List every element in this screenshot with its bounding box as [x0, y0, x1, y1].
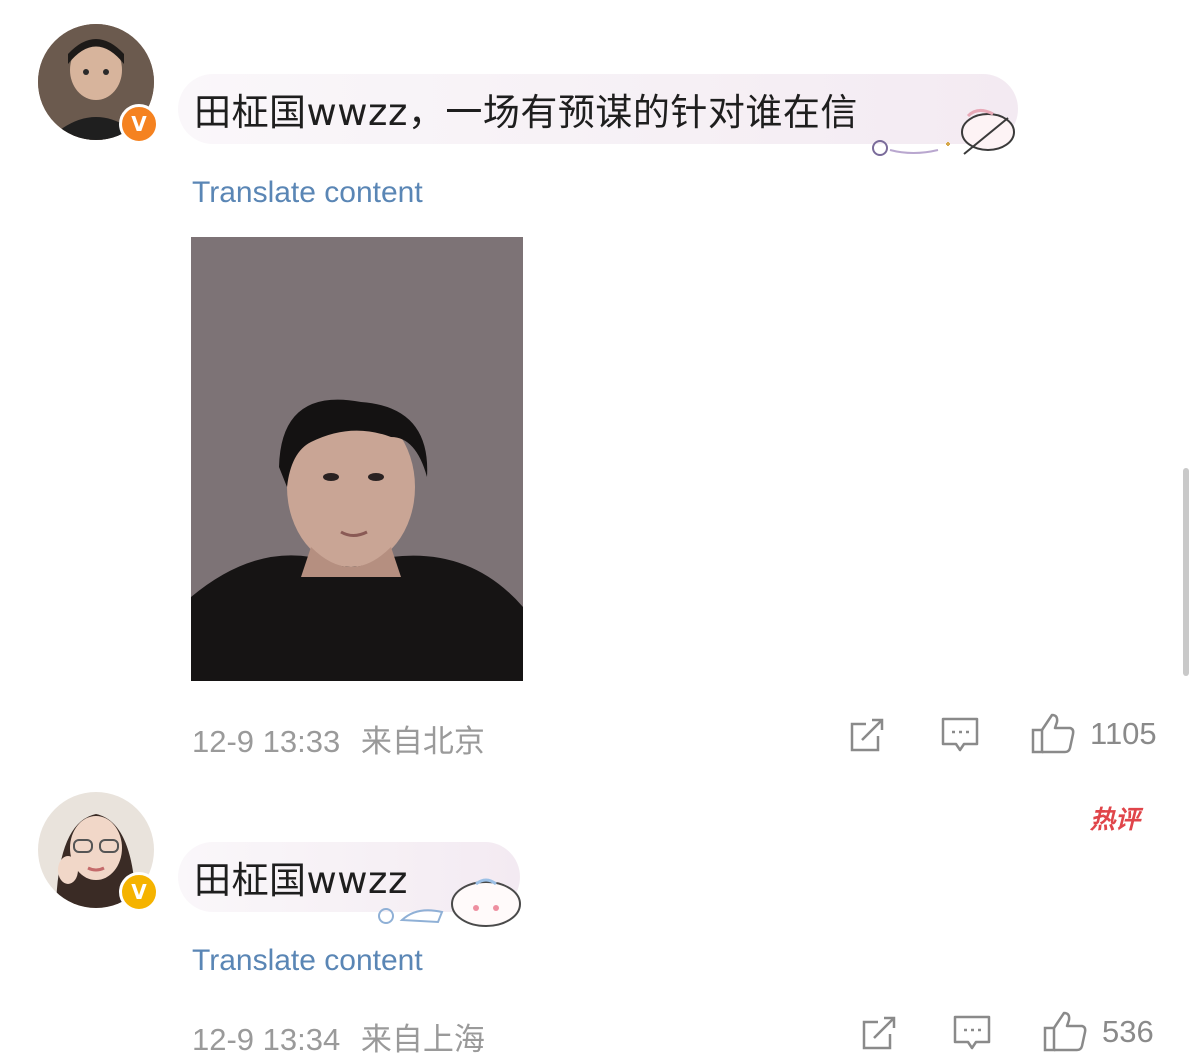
- translate-link[interactable]: Translate content: [192, 944, 423, 978]
- comment-icon[interactable]: [952, 1014, 992, 1052]
- comment-image[interactable]: [191, 237, 523, 681]
- location: 来自上海: [360, 1022, 485, 1057]
- like-icon[interactable]: [1042, 1010, 1088, 1052]
- comment-text: ，一场有预谋的针对谁在信: [407, 91, 858, 134]
- timestamp: 12-9 13:34: [192, 1022, 341, 1057]
- share-icon[interactable]: [860, 1014, 898, 1052]
- comment-item: V 田柾国wwzz，一场有预谋的针对谁在信 Translate content …: [0, 0, 1200, 770]
- timestamp: 12-9 13:33: [192, 724, 341, 759]
- hot-comment-tag: 热评: [1090, 805, 1141, 834]
- comment-meta: 12-9 13:34 来自上海: [192, 1014, 485, 1059]
- verified-badge: V: [119, 104, 159, 144]
- like-count: 536: [1102, 1014, 1154, 1049]
- translate-link[interactable]: Translate content: [192, 176, 423, 210]
- location: 来自北京: [360, 724, 485, 759]
- like-icon[interactable]: [1030, 712, 1076, 754]
- decoration-sticker-icon: [872, 109, 1015, 156]
- verified-badge: V: [119, 872, 159, 912]
- comment-icon[interactable]: [940, 716, 980, 754]
- comment-meta: 12-9 13:33 来自北京: [192, 716, 485, 761]
- like-count: 1105: [1090, 716, 1157, 751]
- username[interactable]: 田柾国wwzz: [194, 91, 408, 134]
- decoration-sticker-icon: [378, 878, 521, 927]
- share-icon[interactable]: [848, 716, 886, 754]
- comment-item: 热评 V 田柾国wwzz Translate content 12-9 13:3…: [0, 770, 1200, 1060]
- scrollbar[interactable]: [1183, 468, 1189, 676]
